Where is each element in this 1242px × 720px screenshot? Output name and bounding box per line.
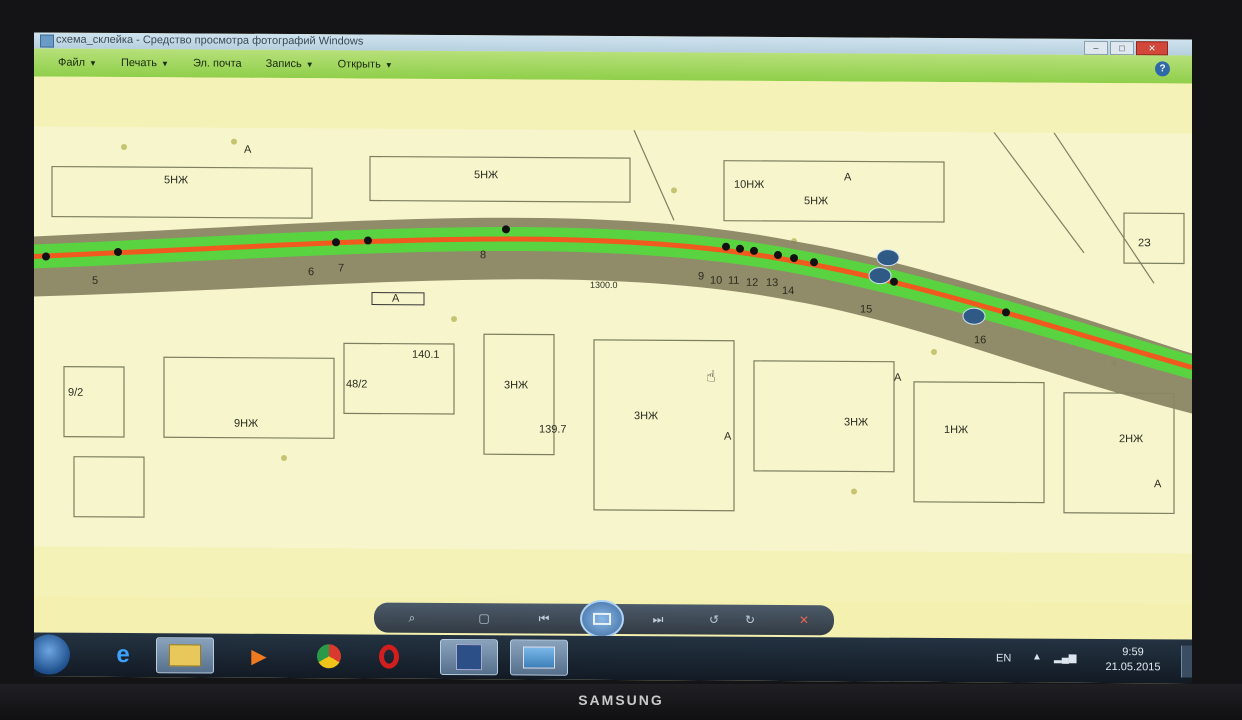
- menu-print[interactable]: Печать ▼: [121, 57, 169, 69]
- chevron-up-icon[interactable]: ▲: [1032, 652, 1042, 663]
- road-marker-label: А: [392, 292, 400, 305]
- route-point-label: 6: [308, 266, 315, 279]
- magnifier-icon[interactable]: ⌕: [402, 611, 422, 625]
- network-signal-icon[interactable]: ▂▄▆: [1054, 653, 1076, 664]
- previous-icon[interactable]: ⏮: [534, 612, 554, 626]
- rotate-left-icon[interactable]: ↺: [704, 613, 724, 627]
- map-number: 48/2: [346, 378, 368, 391]
- chevron-down-icon: ▼: [384, 60, 393, 70]
- chevron-down-icon: ▼: [305, 60, 314, 70]
- route-point-label: 11: [728, 274, 740, 287]
- map-label-building: 5НЖ: [474, 169, 499, 182]
- chevron-down-icon: ▼: [89, 58, 97, 68]
- map-number: 139.7: [539, 423, 567, 436]
- window-controls: – □ ✕: [1084, 40, 1168, 56]
- route-point-label: 7: [338, 262, 345, 275]
- chrome-icon[interactable]: [300, 638, 358, 674]
- route-point-label: 15: [860, 303, 873, 316]
- route-point-label: 14: [782, 285, 795, 298]
- slideshow-button[interactable]: [580, 599, 624, 639]
- map-label-building: 5НЖ: [164, 174, 189, 187]
- route-point-label: 10: [710, 274, 723, 287]
- media-player-icon[interactable]: ▶: [230, 638, 288, 674]
- route-point-label: 5: [92, 274, 99, 287]
- photo-viewer-app-icon: [40, 34, 54, 48]
- map-label-zone: А: [724, 430, 732, 443]
- route-point-label: 13: [766, 276, 779, 290]
- clock-date: 21.05.2015: [1105, 661, 1161, 674]
- route-point-label: 8: [480, 249, 487, 262]
- photo-viewer-icon[interactable]: [510, 639, 568, 676]
- help-icon[interactable]: ?: [1155, 61, 1170, 77]
- floppy-disk-icon[interactable]: [440, 638, 498, 676]
- map-label-zone: А: [894, 371, 902, 384]
- fit-icon[interactable]: ▢: [474, 611, 494, 625]
- show-desktop-button[interactable]: [1181, 645, 1192, 678]
- minimize-button[interactable]: –: [1084, 40, 1108, 56]
- taskbar: e ▶ EN ▲ ▂▄▆ 9:59 21.05.2015: [34, 632, 1192, 684]
- window-title: схема_склейка - Средство просмотра фотог…: [56, 33, 364, 48]
- menu-print-label: Печать: [120, 56, 158, 70]
- map-label-building: 5НЖ: [804, 195, 829, 208]
- map-number: 1300.0: [590, 279, 618, 291]
- next-icon[interactable]: ⏭: [648, 612, 668, 626]
- map-label-building: 3НЖ: [844, 416, 869, 429]
- menu-burn-label: Запись: [265, 57, 302, 71]
- route-point-label: 16: [974, 334, 987, 347]
- maximize-button[interactable]: □: [1110, 41, 1134, 56]
- viewer-control-bar: ⌕ ▢ ⏮ ⏭ ↺ ↻ ✕: [374, 599, 834, 639]
- folder-icon[interactable]: [156, 637, 214, 674]
- language-indicator[interactable]: EN: [996, 652, 1011, 664]
- map-label-building: 2НЖ: [1119, 433, 1144, 446]
- map-label-building: 3НЖ: [504, 379, 529, 392]
- map-label-building: 9НЖ: [234, 417, 259, 430]
- menu-email-label: Эл. почта: [192, 57, 242, 70]
- system-tray: EN ▲ ▂▄▆ 9:59 21.05.2015: [992, 638, 1192, 683]
- opera-icon[interactable]: [360, 638, 418, 674]
- slideshow-icon: [593, 612, 611, 625]
- monitor-brand: SAMSUNG: [578, 692, 664, 708]
- clock[interactable]: 9:59 21.05.2015: [1092, 645, 1174, 676]
- map-label-building: 1НЖ: [944, 424, 969, 437]
- map-number: 140.1: [412, 348, 440, 361]
- map-label-building: 10НЖ: [734, 178, 765, 191]
- map-label-zone: А: [244, 143, 252, 156]
- map-number: 9/2: [68, 386, 84, 399]
- map-label-zone: А: [844, 171, 852, 184]
- menu-email[interactable]: Эл. почта: [193, 57, 242, 69]
- delete-icon[interactable]: ✕: [794, 613, 814, 627]
- menu-burn[interactable]: Запись ▼: [266, 58, 314, 70]
- close-button[interactable]: ✕: [1136, 41, 1168, 56]
- menu-open-label: Открыть: [337, 58, 381, 71]
- internet-explorer-icon[interactable]: e: [94, 637, 152, 673]
- map-label-zone: А: [1154, 478, 1162, 491]
- rotate-right-icon[interactable]: ↻: [740, 613, 760, 627]
- hand-cursor-icon: ☝: [706, 368, 716, 386]
- map-label-building: 3НЖ: [634, 410, 659, 423]
- menu-open[interactable]: Открыть ▼: [338, 58, 393, 70]
- clock-time: 9:59: [1122, 646, 1144, 659]
- image-viewer-area: 5НЖ 5НЖ 10НЖ 5НЖ 2З 9НЖ 3НЖ 3НЖ 3НЖ 1НЖ …: [34, 76, 1192, 604]
- route-point-label: 9: [698, 270, 705, 283]
- map-label-building: 2З: [1138, 237, 1151, 250]
- chevron-down-icon: ▼: [161, 59, 169, 69]
- menu-file[interactable]: Файл ▼: [58, 57, 97, 69]
- route-point-label: 12: [746, 276, 759, 289]
- screen: схема_склейка - Средство просмотра фотог…: [34, 32, 1192, 684]
- menu-file-label: Файл: [58, 56, 86, 69]
- start-button[interactable]: [34, 634, 70, 675]
